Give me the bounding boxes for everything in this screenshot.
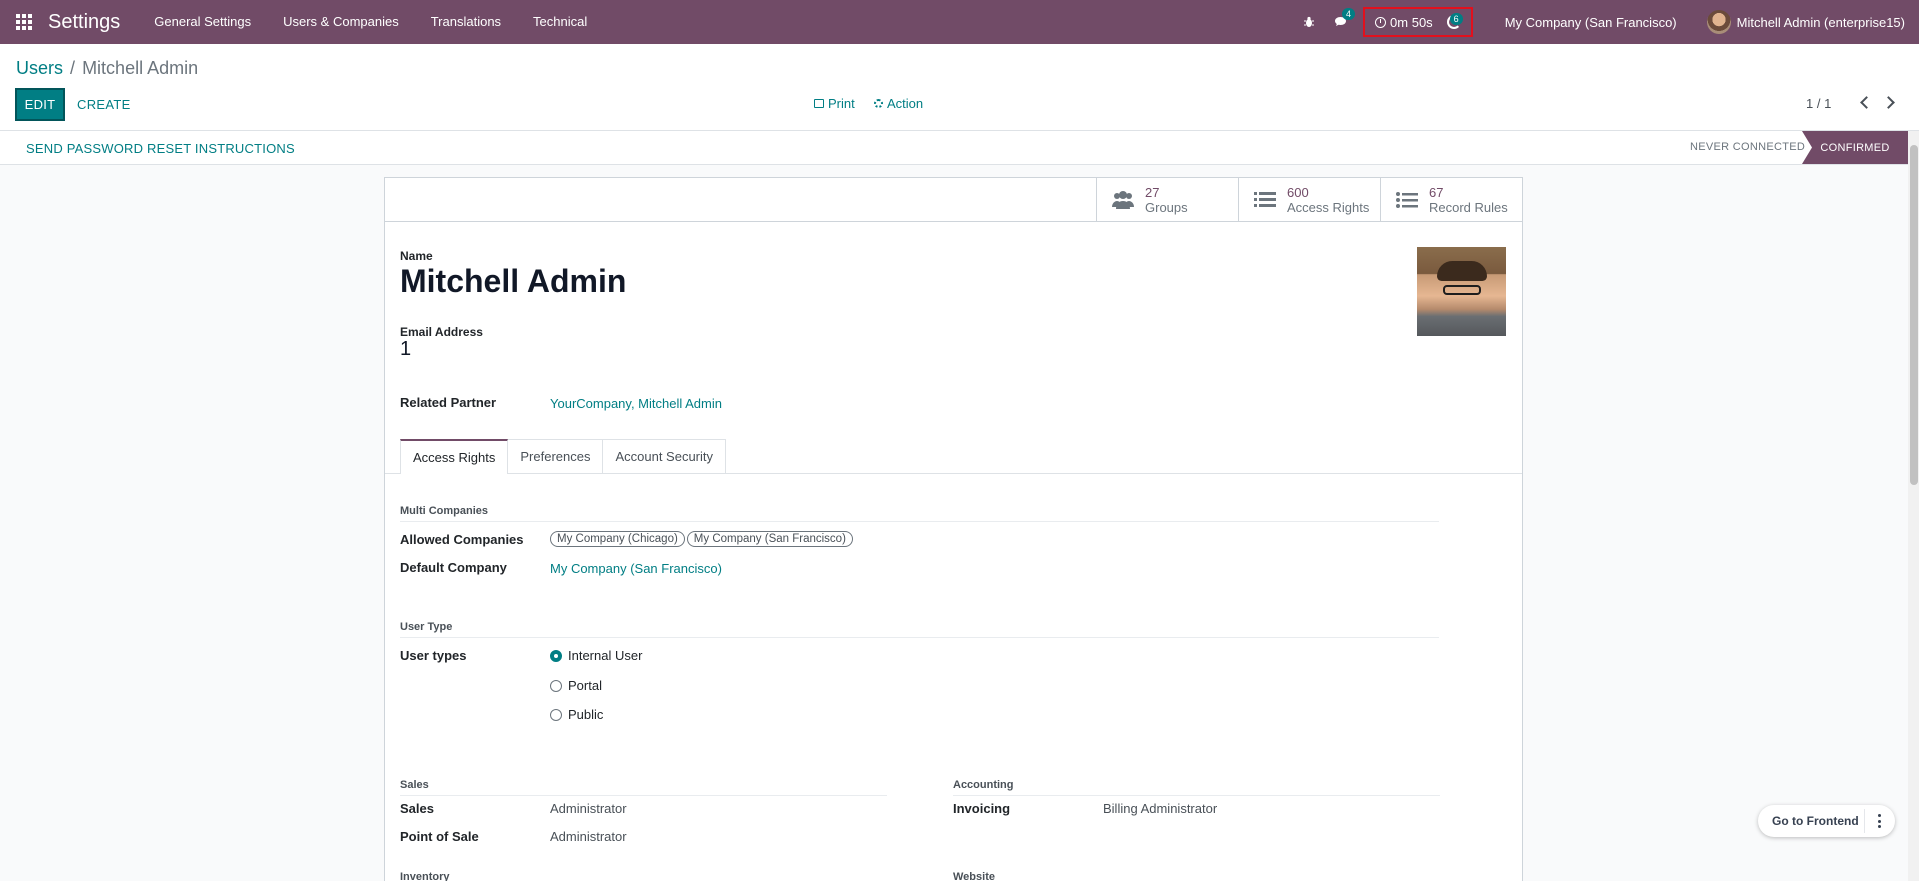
- gear-icon: [874, 99, 883, 108]
- form-sheet: 27 Groups 600 Access Rights 67 Record Ru…: [384, 177, 1523, 881]
- user-name-field: Mitchell Admin: [400, 263, 627, 299]
- scrollbar-thumb[interactable]: [1910, 145, 1918, 485]
- user-type-title: User Type: [400, 621, 1439, 638]
- avatar: [1706, 10, 1731, 34]
- more-options-icon[interactable]: [1878, 814, 1882, 828]
- access-rights-label: Access Rights: [1287, 200, 1370, 215]
- groups-label: Groups: [1145, 200, 1188, 215]
- pos-label: Point of Sale: [400, 829, 479, 844]
- access-rights-smart-button[interactable]: 600 Access Rights: [1238, 178, 1380, 222]
- radio-label: Portal: [568, 678, 602, 693]
- status-confirmed: CONFIRMED: [1802, 131, 1908, 164]
- print-button[interactable]: Print: [814, 96, 855, 111]
- sales-value[interactable]: Administrator: [550, 801, 627, 816]
- activity-badge: 6: [1449, 13, 1463, 25]
- action-button[interactable]: Action: [874, 96, 923, 111]
- radio-label: Internal User: [568, 648, 643, 663]
- invoicing-value[interactable]: Billing Administrator: [1103, 801, 1217, 816]
- control-panel: Users / Mitchell Admin EDIT CREATE Print…: [0, 44, 1919, 131]
- menu-translations[interactable]: Translations: [415, 0, 517, 44]
- print-label: Print: [828, 96, 855, 111]
- groups-count: 27: [1145, 185, 1160, 200]
- website-section-title: Website: [953, 871, 1440, 881]
- clock-icon: [1375, 16, 1387, 28]
- radio-internal-user[interactable]: Internal User: [550, 648, 642, 663]
- radio-public[interactable]: Public: [550, 707, 603, 722]
- app-name[interactable]: Settings: [48, 11, 120, 34]
- breadcrumb: Users / Mitchell Admin: [16, 58, 198, 79]
- allowed-companies-label: Allowed Companies: [400, 532, 524, 547]
- menu-users-companies[interactable]: Users & Companies: [267, 0, 415, 44]
- menu-technical[interactable]: Technical: [517, 0, 603, 44]
- related-partner-label: Related Partner: [400, 395, 497, 410]
- go-to-frontend-button[interactable]: Go to Frontend: [1772, 814, 1859, 828]
- breadcrumb-current: Mitchell Admin: [82, 58, 199, 78]
- action-label: Action: [887, 96, 924, 111]
- edit-button[interactable]: EDIT: [15, 88, 65, 121]
- top-navbar: Settings General Settings Users & Compan…: [0, 0, 1919, 44]
- user-types-label: User types: [400, 648, 467, 663]
- email-label: Email Address: [400, 325, 483, 339]
- access-rights-count: 600: [1287, 185, 1309, 200]
- user-name: Mitchell Admin (enterprise15): [1736, 14, 1905, 30]
- page-scrollbar[interactable]: [1908, 131, 1919, 881]
- radio-checked[interactable]: [550, 649, 562, 662]
- inventory-section-title: Inventory: [400, 871, 887, 881]
- notebook-tabs: Access Rights Preferences Account Securi…: [400, 439, 727, 474]
- radio-unchecked[interactable]: [550, 708, 562, 721]
- company-switcher[interactable]: My Company (San Francisco): [1483, 15, 1699, 30]
- chevron-left-icon[interactable]: [1860, 96, 1873, 109]
- multi-companies-title: Multi Companies: [400, 505, 1439, 522]
- record-rules-smart-button[interactable]: 67 Record Rules: [1380, 178, 1522, 222]
- default-company-label: Default Company: [400, 560, 507, 575]
- sales-label: Sales: [400, 801, 434, 816]
- radio-portal[interactable]: Portal: [550, 678, 602, 693]
- chevron-right-icon[interactable]: [1882, 96, 1895, 109]
- invoicing-label: Invoicing: [953, 801, 1011, 816]
- user-photo[interactable]: [1417, 247, 1506, 336]
- radio-label: Public: [568, 707, 604, 722]
- timer-widget[interactable]: 0m 50s 6: [1363, 7, 1473, 37]
- chat-badge: 4: [1342, 8, 1356, 20]
- status-never-connected: NEVER CONNECTED: [1690, 141, 1806, 153]
- name-label: Name: [400, 249, 433, 263]
- chat-messages-icon[interactable]: 4: [1325, 0, 1357, 44]
- menu-general-settings[interactable]: General Settings: [138, 0, 267, 44]
- company-tag[interactable]: My Company (San Francisco): [686, 531, 853, 547]
- tab-account-security[interactable]: Account Security: [602, 439, 727, 473]
- related-partner-link[interactable]: YourCompany, Mitchell Admin: [550, 396, 722, 411]
- timer-value: 0m 50s: [1390, 14, 1433, 30]
- record-rules-label: Record Rules: [1429, 200, 1508, 215]
- default-company-link[interactable]: My Company (San Francisco): [550, 561, 722, 576]
- smart-button-box: 27 Groups 600 Access Rights 67 Record Ru…: [385, 178, 1522, 222]
- tab-preferences[interactable]: Preferences: [507, 439, 604, 473]
- list-ul-icon: [1396, 192, 1418, 208]
- go-to-frontend-widget: Go to Frontend: [1758, 805, 1895, 837]
- pager-value[interactable]: 1 / 1: [1806, 96, 1831, 111]
- tab-access-rights[interactable]: Access Rights: [400, 439, 509, 474]
- allowed-companies-tags: My Company (Chicago) My Company (San Fran…: [550, 530, 855, 547]
- sales-section-title: Sales: [400, 779, 887, 796]
- form-statusbar: SEND PASSWORD RESET INSTRUCTIONS NEVER C…: [0, 131, 1908, 165]
- user-menu[interactable]: Mitchell Admin (enterprise15): [1699, 10, 1919, 34]
- accounting-section-title: Accounting: [953, 779, 1440, 796]
- email-field: 1: [400, 338, 412, 360]
- create-button[interactable]: CREATE: [77, 88, 131, 121]
- company-tag[interactable]: My Company (Chicago): [550, 531, 685, 547]
- groups-smart-button[interactable]: 27 Groups: [1096, 178, 1238, 222]
- main-menu: General Settings Users & Companies Trans…: [138, 0, 603, 44]
- apps-menu-icon[interactable]: [0, 0, 48, 44]
- record-rules-count: 67: [1429, 185, 1444, 200]
- print-icon: [814, 99, 824, 108]
- tab-divider: [385, 473, 1522, 474]
- list-icon: [1254, 192, 1276, 207]
- debug-bug-icon[interactable]: [1293, 0, 1325, 44]
- send-password-reset-button[interactable]: SEND PASSWORD RESET INSTRUCTIONS: [26, 141, 295, 156]
- breadcrumb-separator: /: [70, 58, 76, 78]
- pos-value[interactable]: Administrator: [550, 829, 627, 844]
- systray: 4 0m 50s 6 My Company (San Francisco) Mi…: [1293, 0, 1919, 44]
- users-icon: [1112, 191, 1134, 209]
- breadcrumb-users[interactable]: Users: [16, 58, 63, 78]
- radio-unchecked[interactable]: [550, 679, 562, 692]
